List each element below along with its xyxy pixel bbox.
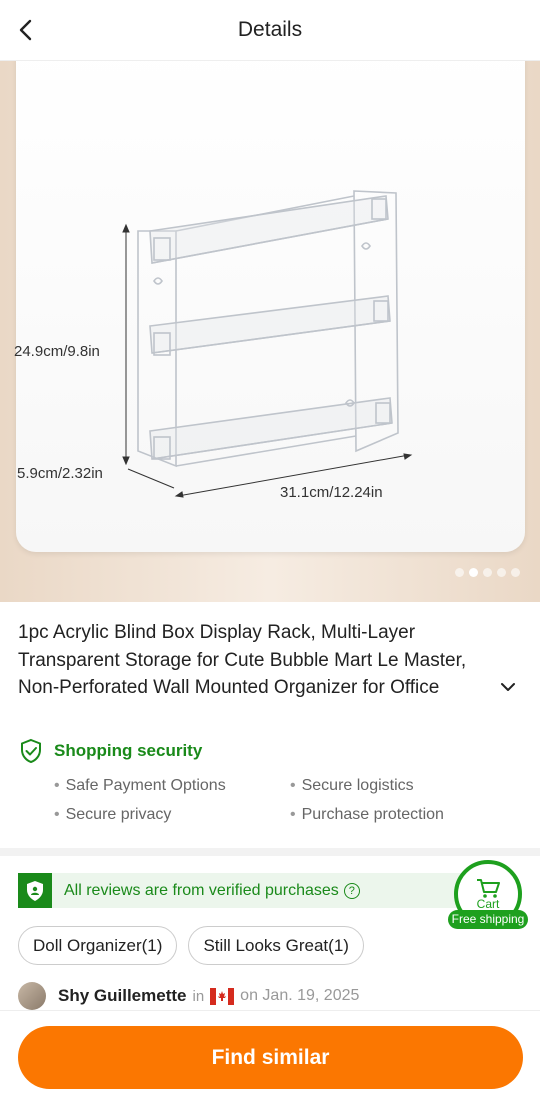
carousel-dot[interactable] (497, 568, 506, 577)
review-tag-chip[interactable]: Still Looks Great(1) (188, 926, 364, 965)
chevron-down-icon (501, 683, 515, 691)
carousel-dot[interactable] (511, 568, 520, 577)
shopping-security-section[interactable]: Shopping security Safe Payment Options S… (0, 720, 540, 848)
security-title: Shopping security (54, 741, 203, 760)
review-tag-chip[interactable]: Doll Organizer(1) (18, 926, 178, 965)
reviewer-name: Shy Guillemette (58, 986, 187, 1005)
cart-icon (477, 879, 500, 898)
carousel-dot-active[interactable] (469, 568, 478, 577)
carousel-indicator (455, 568, 520, 577)
review-tags: Doll Organizer(1) Still Looks Great(1) (18, 926, 364, 965)
reviewer-avatar[interactable] (18, 982, 46, 1010)
product-title: 1pc Acrylic Blind Box Display Rack, Mult… (18, 622, 467, 698)
security-item: Safe Payment Options (54, 777, 226, 795)
verified-text: All reviews are from verified purchases (64, 881, 339, 899)
bottom-action-bar: Find similar (0, 1010, 540, 1105)
review-date: on Jan. 19, 2025 (240, 987, 360, 1004)
width-dimension-label: 31.1cm/12.24in (280, 484, 383, 501)
depth-dimension-label: 5.9cm/2.32in (17, 465, 103, 482)
verified-shield-icon (18, 873, 52, 908)
verified-purchases-banner[interactable]: All reviews are from verified purchases … (18, 873, 498, 908)
height-dimension-label: 24.9cm/9.8in (14, 343, 100, 360)
floating-cart-button[interactable]: Cart Free shipping (448, 858, 528, 932)
canada-flag-icon (210, 987, 235, 1005)
review-author-row: Shy Guillemette in on Jan. 19, 2025 (18, 982, 359, 1010)
reviewer-in-label: in (192, 987, 205, 1005)
expand-title-button[interactable] (497, 676, 519, 698)
carousel-dot[interactable] (483, 568, 492, 577)
help-icon[interactable]: ? (343, 882, 360, 899)
product-image-carousel[interactable]: 24.9cm/9.8in 5.9cm/2.32in 31.1cm/12.24in (0, 61, 540, 602)
security-item: Secure privacy (54, 806, 172, 824)
top-bar: Details (0, 0, 540, 61)
page-title: Details (237, 18, 303, 41)
security-item: Secure logistics (290, 777, 414, 795)
shield-check-icon (21, 738, 41, 764)
free-shipping-badge: Free shipping (448, 910, 528, 929)
carousel-dot[interactable] (455, 568, 464, 577)
section-divider (0, 848, 540, 856)
find-similar-button[interactable]: Find similar (18, 1026, 523, 1089)
cart-label: Cart (476, 897, 500, 911)
security-item: Purchase protection (290, 806, 444, 824)
